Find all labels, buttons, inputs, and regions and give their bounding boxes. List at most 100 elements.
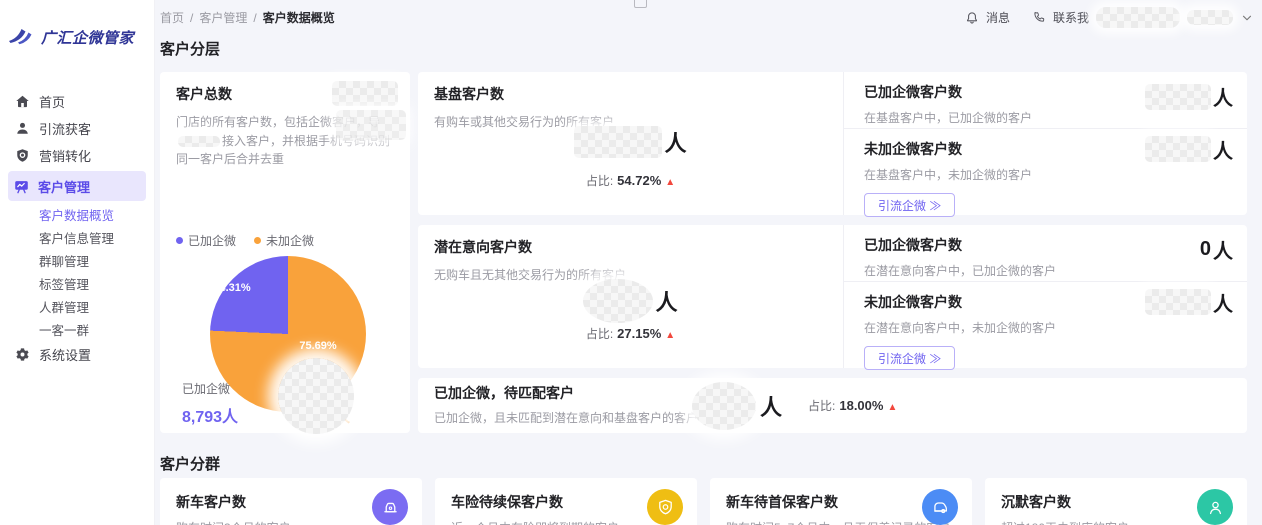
pie-chart-area: 24.31% 75.69% xyxy=(160,132,410,352)
main-value: 人 xyxy=(418,126,843,158)
card-description: 在基盘客户中，已加企微的客户 xyxy=(864,109,1231,128)
car-front-icon xyxy=(372,489,408,525)
breadcrumb-home[interactable]: 首页 xyxy=(160,9,184,26)
section-title-grouping: 客户分群 xyxy=(160,453,220,474)
pending-match-text: 已加企微，待匹配客户 已加企微，且未匹配到潜在意向和基盘客户的客户 xyxy=(434,383,706,428)
redacted-value xyxy=(692,382,756,430)
ratio-line: 占比:18.00%▲ xyxy=(808,397,897,414)
potential-customers-breakdown: 已加企微客户数 在潜在意向客户中，已加企微的客户 0人 未加企微客户数 在潜在意… xyxy=(843,225,1247,368)
sidebar-item-settings[interactable]: 系统设置 xyxy=(0,341,154,368)
redacted-footer-patch xyxy=(278,358,354,434)
group-cards-row: 新车客户数 购车时间3个月的客户 车险待续保客户数 近一个月内车险即将到期的客户… xyxy=(160,478,1247,525)
card-title: 已加企微客户数 xyxy=(864,235,1231,255)
sidebar-subitem-customer-info[interactable]: 客户信息管理 xyxy=(0,226,154,249)
subitem-label: 一客一群 xyxy=(39,320,89,339)
card-description: 已加企微，且未匹配到潜在意向和基盘客户的客户 xyxy=(434,409,706,428)
card-base-customers: 基盘客户数 有购车或其他交易行为的所有客户 人 占比:54.72%▲ 已加企微客… xyxy=(418,72,1247,215)
breakdown-not-added: 未加企微客户数 在基盘客户中，未加企微的客户 引流企微 ≫ 人 xyxy=(844,129,1247,218)
board-icon xyxy=(14,179,29,194)
pie-slice-label-not-added: 75.69% xyxy=(288,340,348,352)
ratio-line: 占比:54.72%▲ xyxy=(418,172,843,189)
chevron-down-icon[interactable] xyxy=(1240,11,1254,25)
sidebar-item-label: 营销转化 xyxy=(39,146,91,165)
sidebar-subitem-group-chat[interactable]: 群聊管理 xyxy=(0,249,154,272)
card-description: 购车时间5~7个月内，且无保养记录的客户 xyxy=(726,519,946,525)
sidebar-nav: 首页 引流获客 营销转化 客户管理 客户数据概览 客户信息管理 群聊管理 标签管… xyxy=(0,88,154,368)
phone-icon xyxy=(1032,11,1046,25)
group-card-new-car[interactable]: 新车客户数 购车时间3个月的客户 xyxy=(160,478,422,525)
redacted-value xyxy=(574,126,662,158)
app-window: 广汇企微管家 首页 引流获客 营销转化 客户管理 客户数据概览 客户信息管理 群… xyxy=(0,0,1262,525)
app-logo[interactable]: 广汇企微管家 xyxy=(8,26,134,48)
sidebar-item-acquisition[interactable]: 引流获客 xyxy=(0,115,154,142)
sub-value: 人 xyxy=(1145,288,1233,317)
sidebar-subitem-crowd[interactable]: 人群管理 xyxy=(0,295,154,318)
redacted-contact-info xyxy=(1096,7,1180,28)
person-icon xyxy=(1197,489,1233,525)
group-card-silent[interactable]: 沉默客户数 超过180天未到店的客户 xyxy=(985,478,1247,525)
messages-link[interactable]: 消息 xyxy=(986,9,1010,26)
sidebar-subitem-tags[interactable]: 标签管理 xyxy=(0,272,154,295)
group-card-first-maintenance[interactable]: 新车待首保客户数 购车时间5~7个月内，且无保养记录的客户 xyxy=(710,478,972,525)
subitem-label: 客户信息管理 xyxy=(39,228,114,247)
base-customers-main: 基盘客户数 有购车或其他交易行为的所有客户 人 占比:54.72%▲ xyxy=(418,72,843,215)
redacted-total-value xyxy=(332,81,398,106)
main-value: 人 xyxy=(418,279,843,323)
breakdown-added: 已加企微客户数 在基盘客户中，已加企微的客户 人 xyxy=(844,72,1247,129)
card-description: 在基盘客户中，未加企微的客户 xyxy=(864,166,1231,185)
breakdown-not-added: 未加企微客户数 在潜在意向客户中，未加企微的客户 引流企微 ≫ 人 xyxy=(844,282,1247,371)
sidebar-item-customer-mgmt[interactable]: 客户管理 xyxy=(8,171,146,201)
breakdown-added: 已加企微客户数 在潜在意向客户中，已加企微的客户 0人 xyxy=(844,225,1247,282)
trend-up-icon: ▲ xyxy=(887,402,897,413)
card-description: 在潜在意向客户中，已加企微的客户 xyxy=(864,262,1231,281)
contact-link[interactable]: 联系我 xyxy=(1053,9,1089,26)
stat-value: 8,793人 xyxy=(182,403,238,427)
card-title: 潜在意向客户数 xyxy=(434,237,827,257)
attract-weixin-button[interactable]: 引流企微 ≫ xyxy=(864,193,955,217)
sidebar-item-label: 系统设置 xyxy=(39,345,91,364)
home-icon xyxy=(15,94,30,109)
redacted-value xyxy=(1145,289,1211,315)
ratio-line: 占比:27.15%▲ xyxy=(418,325,843,342)
sidebar-subitem-data-overview[interactable]: 客户数据概览 xyxy=(0,203,154,226)
topbar-actions: 消息 联系我 xyxy=(965,7,1254,28)
sub-value: 人 xyxy=(1145,135,1233,164)
subitem-label: 群聊管理 xyxy=(39,251,89,270)
card-description: 近一个月内车险即将到期的客户 xyxy=(451,519,671,525)
sub-value: 人 xyxy=(1145,82,1233,111)
attract-weixin-button[interactable]: 引流企微 ≫ xyxy=(864,346,955,370)
bell-icon[interactable] xyxy=(965,11,979,25)
logo-swoosh-icon xyxy=(8,26,38,48)
main-value: 人 xyxy=(692,382,782,430)
sidebar-subitem-one-customer-one-group[interactable]: 一客一群 xyxy=(0,318,154,341)
card-potential-customers: 潜在意向客户数 无购车且无其他交易行为的所有客户 人 占比:27.15%▲ 已加… xyxy=(418,225,1247,368)
group-card-insurance-renewal[interactable]: 车险待续保客户数 近一个月内车险即将到期的客户 xyxy=(435,478,697,525)
sidebar-item-label: 引流获客 xyxy=(39,119,91,138)
sidebar-item-marketing[interactable]: 营销转化 xyxy=(0,142,154,169)
sidebar-item-label: 客户管理 xyxy=(38,177,90,196)
subitem-label: 标签管理 xyxy=(39,274,89,293)
gear-icon xyxy=(15,347,30,362)
user-icon xyxy=(15,121,30,136)
redacted-account-name xyxy=(1187,10,1233,25)
window-restore-icon xyxy=(634,0,647,8)
card-description: 超过180天未到店的客户 xyxy=(1001,519,1221,525)
base-customers-breakdown: 已加企微客户数 在基盘客户中，已加企微的客户 人 未加企微客户数 在基盘客户中，… xyxy=(843,72,1247,215)
sidebar-item-home[interactable]: 首页 xyxy=(0,88,154,115)
breadcrumb-separator: / xyxy=(190,11,193,25)
card-description: 购车时间3个月的客户 xyxy=(176,519,396,525)
trend-up-icon: ▲ xyxy=(665,330,675,341)
van-icon xyxy=(922,489,958,525)
subitem-label: 客户数据概览 xyxy=(39,205,114,224)
potential-customers-main: 潜在意向客户数 无购车且无其他交易行为的所有客户 人 占比:27.15%▲ xyxy=(418,225,843,368)
section-title-layering: 客户分层 xyxy=(160,38,220,59)
card-description: 在潜在意向客户中，未加企微的客户 xyxy=(864,319,1231,338)
stat-added-weixin: 已加企微 8,793人 xyxy=(182,380,238,427)
redacted-value xyxy=(583,279,653,323)
subitem-label: 人群管理 xyxy=(39,297,89,316)
card-customer-total: 客户总数 门店的所有客户数，包括企微客户，导接入客户，并根据手机号码识别同一客户… xyxy=(160,72,410,433)
sidebar: 广汇企微管家 首页 引流获客 营销转化 客户管理 客户数据概览 客户信息管理 群… xyxy=(0,0,155,525)
card-title: 基盘客户数 xyxy=(434,84,827,104)
sub-value: 0人 xyxy=(1200,235,1233,264)
breadcrumb-section[interactable]: 客户管理 xyxy=(199,9,247,26)
